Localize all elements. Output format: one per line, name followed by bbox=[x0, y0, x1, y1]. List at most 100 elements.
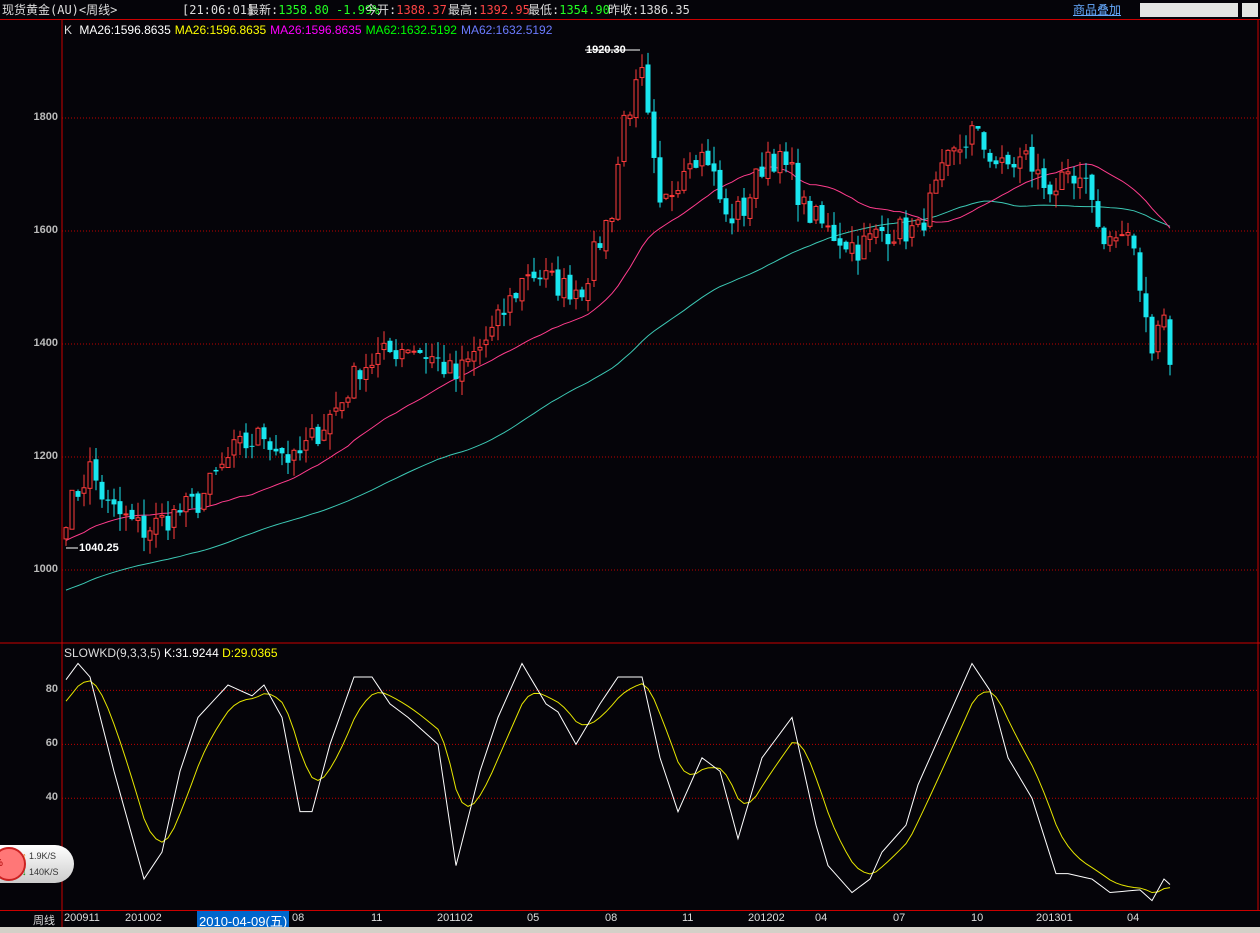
candle-body bbox=[135, 517, 141, 521]
candle-body bbox=[201, 492, 207, 510]
candle-body bbox=[165, 515, 171, 531]
candle-body bbox=[609, 217, 615, 223]
candle-body bbox=[561, 277, 567, 299]
candle-body bbox=[741, 197, 747, 216]
candle-body bbox=[1023, 150, 1029, 155]
x-tick: 11 bbox=[371, 912, 383, 924]
kd-tick-label: 40 bbox=[45, 791, 58, 804]
candle-body bbox=[513, 292, 519, 299]
period-label: 周线 bbox=[33, 915, 55, 927]
candle-body bbox=[495, 309, 501, 327]
candle-body bbox=[465, 358, 471, 363]
candle-body bbox=[387, 340, 393, 353]
legend-ma26-yellow: MA26:1596.8635 bbox=[174, 23, 267, 37]
candle-body bbox=[159, 514, 165, 518]
status-bar bbox=[0, 927, 1260, 933]
price-chart[interactable] bbox=[0, 0, 1260, 927]
candle-body bbox=[417, 350, 423, 353]
price-tick-label: 1600 bbox=[33, 224, 58, 236]
candle-body bbox=[375, 352, 381, 365]
candle-body bbox=[249, 445, 255, 447]
x-tick: 04 bbox=[815, 912, 828, 924]
candle-body bbox=[1101, 227, 1107, 245]
candle-body bbox=[591, 241, 597, 281]
kd-tick-label: 80 bbox=[45, 683, 58, 696]
candle-body bbox=[897, 218, 903, 240]
candle-body bbox=[129, 509, 135, 520]
candle-body bbox=[999, 157, 1005, 163]
candle-body bbox=[303, 440, 309, 451]
candle-body bbox=[675, 190, 681, 195]
legend-ma26-white: MA26:1596.8635 bbox=[79, 23, 171, 37]
candle-body bbox=[585, 283, 591, 302]
candle-body bbox=[1077, 177, 1083, 189]
candle-body bbox=[867, 233, 873, 240]
candle-body bbox=[555, 269, 561, 296]
candle-body bbox=[543, 270, 549, 280]
candle-body bbox=[855, 244, 861, 261]
candle-body bbox=[1143, 293, 1149, 318]
x-tick: 201202 bbox=[748, 912, 785, 924]
candle-body bbox=[381, 342, 387, 351]
candle-body bbox=[471, 351, 477, 362]
candle-body bbox=[1161, 314, 1167, 328]
candle-body bbox=[927, 192, 933, 227]
candle-body bbox=[621, 114, 627, 163]
candle-body bbox=[603, 219, 609, 252]
candle-body bbox=[345, 397, 351, 403]
download-speed: ↓ 140K/S bbox=[22, 867, 59, 877]
candle-body bbox=[597, 243, 603, 248]
candle-body bbox=[315, 426, 321, 445]
candle-body bbox=[681, 170, 687, 191]
candle-body bbox=[75, 491, 81, 497]
candle-body bbox=[477, 346, 483, 351]
candle-body bbox=[969, 125, 975, 145]
candle-body bbox=[747, 197, 753, 219]
min-price-label: 1040.25 bbox=[79, 542, 119, 554]
network-speed-widget[interactable]: % ↑ 1.9K/S ↓ 140K/S bbox=[0, 845, 74, 883]
price-tick-label: 1200 bbox=[33, 450, 58, 462]
candle-body bbox=[297, 450, 303, 454]
candle-body bbox=[363, 367, 369, 380]
candle-body bbox=[687, 163, 693, 170]
candle-body bbox=[105, 499, 111, 501]
kd-name: SLOWKD(9,3,3,5) bbox=[64, 646, 161, 660]
candle-body bbox=[807, 200, 813, 223]
candle-body bbox=[711, 163, 717, 172]
candle-body bbox=[819, 205, 825, 224]
candle-body bbox=[615, 163, 621, 220]
candle-body bbox=[1137, 252, 1143, 291]
candle-body bbox=[357, 370, 363, 380]
candle-body bbox=[777, 151, 783, 174]
candle-body bbox=[369, 364, 375, 368]
candle-body bbox=[267, 441, 273, 450]
candle-body bbox=[213, 469, 219, 472]
candle-body bbox=[735, 200, 741, 220]
candle-body bbox=[183, 496, 189, 513]
candle-body bbox=[441, 361, 447, 375]
candle-body bbox=[813, 205, 819, 221]
candle-body bbox=[459, 359, 465, 382]
candle-body bbox=[705, 150, 711, 166]
candle-body bbox=[507, 295, 513, 313]
candle-body bbox=[795, 162, 801, 205]
candle-body bbox=[723, 198, 729, 215]
x-tick: 10 bbox=[971, 912, 984, 924]
legend-ma62-blue: MA62:1632.5192 bbox=[460, 23, 553, 37]
candle-body bbox=[1053, 190, 1059, 196]
candle-body bbox=[63, 527, 69, 540]
candle-body bbox=[645, 64, 651, 113]
candle-body bbox=[1029, 146, 1035, 172]
candle-body bbox=[405, 349, 411, 354]
candle-body bbox=[225, 457, 231, 468]
candle-body bbox=[657, 157, 663, 203]
ma62-line bbox=[65, 200, 1171, 591]
candle-body bbox=[1113, 237, 1119, 242]
candle-body bbox=[717, 169, 723, 200]
candle-body bbox=[117, 501, 123, 515]
candle-body bbox=[501, 312, 507, 315]
candle-body bbox=[849, 242, 855, 254]
candle-body bbox=[633, 79, 639, 119]
price-tick-label: 1000 bbox=[33, 563, 58, 575]
candle-body bbox=[1125, 232, 1131, 236]
